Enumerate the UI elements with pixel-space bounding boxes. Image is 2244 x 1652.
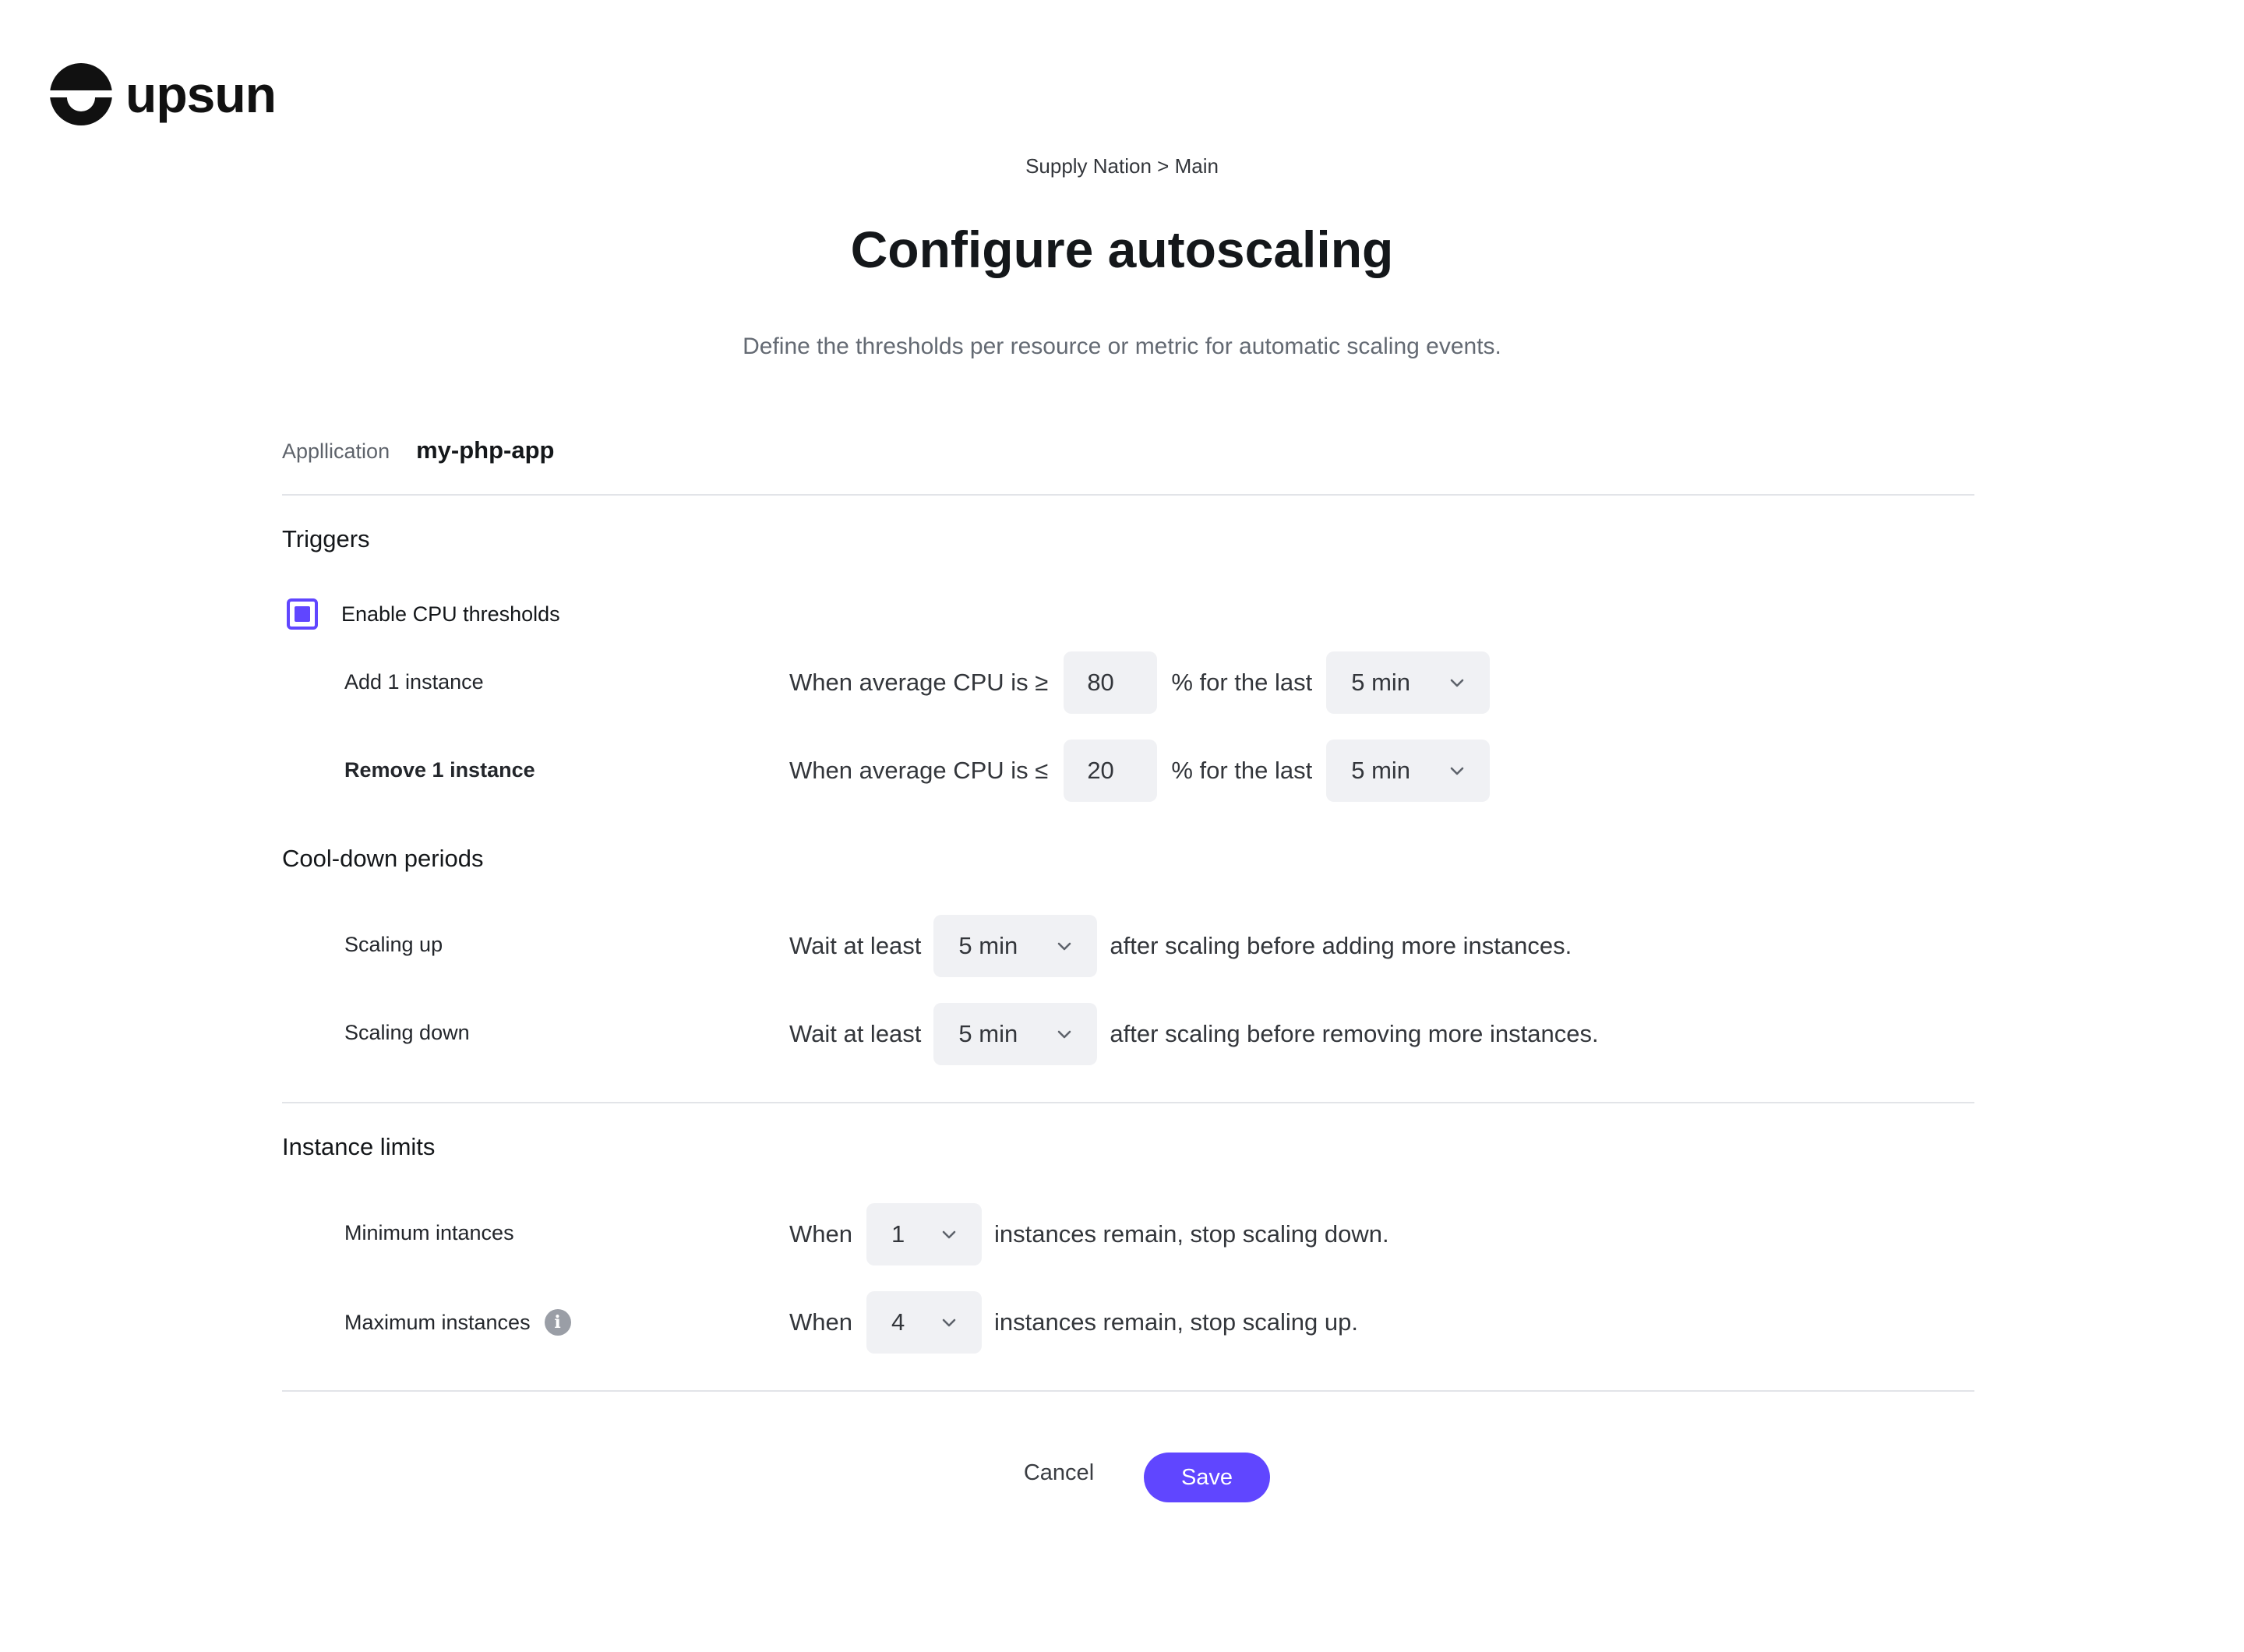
save-button[interactable]: Save xyxy=(1144,1453,1270,1502)
remove-duration-value: 5 min xyxy=(1351,757,1411,784)
scaling-down-suffix: after scaling before removing more insta… xyxy=(1110,1020,1599,1047)
remove-cpu-threshold-input[interactable]: 20 xyxy=(1064,740,1158,802)
autoscaling-page: upsun Supply Nation > Main Configure aut… xyxy=(0,0,2244,1652)
divider xyxy=(282,1390,1974,1392)
maximum-instances-select[interactable]: 4 xyxy=(866,1291,982,1354)
minimum-prefix: When xyxy=(789,1220,852,1248)
scaling-down-controls: Wait at least 5 min after scaling before… xyxy=(789,1003,1599,1065)
add-duration-select[interactable]: 5 min xyxy=(1326,651,1491,714)
minimum-suffix: instances remain, stop scaling down. xyxy=(993,1220,1389,1248)
upsun-logo[interactable]: upsun xyxy=(49,62,277,126)
upsun-logo-icon xyxy=(49,63,113,125)
application-label: Appllication xyxy=(282,439,390,463)
remove-cpu-prefix: When average CPU is ≤ xyxy=(789,757,1049,784)
chevron-down-icon xyxy=(1058,1030,1071,1039)
divider xyxy=(282,494,1974,496)
minimum-instances-select[interactable]: 1 xyxy=(866,1203,982,1265)
enable-cpu-label[interactable]: Enable CPU thresholds xyxy=(341,602,560,627)
page-subtitle: Define the thresholds per resource or me… xyxy=(743,334,1501,359)
chevron-down-icon xyxy=(942,1318,956,1327)
maximum-instances-label: Maximum instances xyxy=(344,1310,531,1334)
remove-duration-select[interactable]: 5 min xyxy=(1326,740,1491,802)
minimum-instances-label: Minimum intances xyxy=(344,1221,514,1244)
add-duration-value: 5 min xyxy=(1351,669,1411,696)
application-row: Appllication my-php-app xyxy=(282,436,554,464)
scaling-up-controls: Wait at least 5 min after scaling before… xyxy=(789,915,1572,977)
maximum-suffix: instances remain, stop scaling up. xyxy=(993,1308,1358,1336)
divider xyxy=(282,1102,1974,1103)
logo-text: upsun xyxy=(125,65,277,123)
scaling-down-prefix: Wait at least xyxy=(789,1020,922,1047)
triggers-title: Triggers xyxy=(282,525,370,552)
maximum-prefix: When xyxy=(789,1308,852,1336)
minimum-instances-controls: When 1 instances remain, stop scaling do… xyxy=(789,1203,1389,1265)
info-icon[interactable]: i xyxy=(544,1309,571,1336)
maximum-instances-value: 4 xyxy=(891,1308,905,1336)
chevron-down-icon xyxy=(1450,679,1464,687)
cancel-button[interactable]: Cancel xyxy=(1005,1448,1113,1498)
scaling-up-duration-value: 5 min xyxy=(958,932,1018,959)
add-instance-label: Add 1 instance xyxy=(344,670,484,694)
add-cpu-threshold-input[interactable]: 80 xyxy=(1064,651,1158,714)
remove-cpu-middle: % for the last xyxy=(1171,757,1313,784)
enable-cpu-checkbox[interactable] xyxy=(287,598,318,630)
add-cpu-middle: % for the last xyxy=(1171,669,1313,696)
scaling-up-duration-select[interactable]: 5 min xyxy=(933,915,1098,977)
scaling-up-prefix: Wait at least xyxy=(789,932,922,959)
chevron-down-icon xyxy=(1450,767,1464,775)
maximum-instances-controls: When 4 instances remain, stop scaling up… xyxy=(789,1291,1358,1354)
breadcrumb[interactable]: Supply Nation > Main xyxy=(0,154,2244,178)
scaling-up-suffix: after scaling before adding more instanc… xyxy=(1110,932,1572,959)
page-title: Configure autoscaling xyxy=(850,221,1394,278)
scaling-down-duration-select[interactable]: 5 min xyxy=(933,1003,1098,1065)
application-value: my-php-app xyxy=(416,436,555,464)
chevron-down-icon xyxy=(942,1230,956,1239)
scaling-down-label: Scaling down xyxy=(344,1021,470,1044)
instance-limits-title: Instance limits xyxy=(282,1133,436,1160)
add-instance-controls: When average CPU is ≥ 80 % for the last … xyxy=(789,651,1491,714)
cooldown-title: Cool-down periods xyxy=(282,845,484,872)
add-cpu-prefix: When average CPU is ≥ xyxy=(789,669,1049,696)
remove-instance-controls: When average CPU is ≤ 20 % for the last … xyxy=(789,740,1491,802)
chevron-down-icon xyxy=(1058,942,1071,951)
scaling-up-label: Scaling up xyxy=(344,933,443,956)
scaling-down-duration-value: 5 min xyxy=(958,1020,1018,1047)
maximum-instances-row-label: Maximum instances i xyxy=(344,1309,571,1336)
remove-instance-label: Remove 1 instance xyxy=(344,758,535,782)
checkbox-checked-mark xyxy=(295,606,310,622)
enable-cpu-thresholds[interactable]: Enable CPU thresholds xyxy=(287,598,560,630)
minimum-instances-value: 1 xyxy=(891,1220,905,1248)
